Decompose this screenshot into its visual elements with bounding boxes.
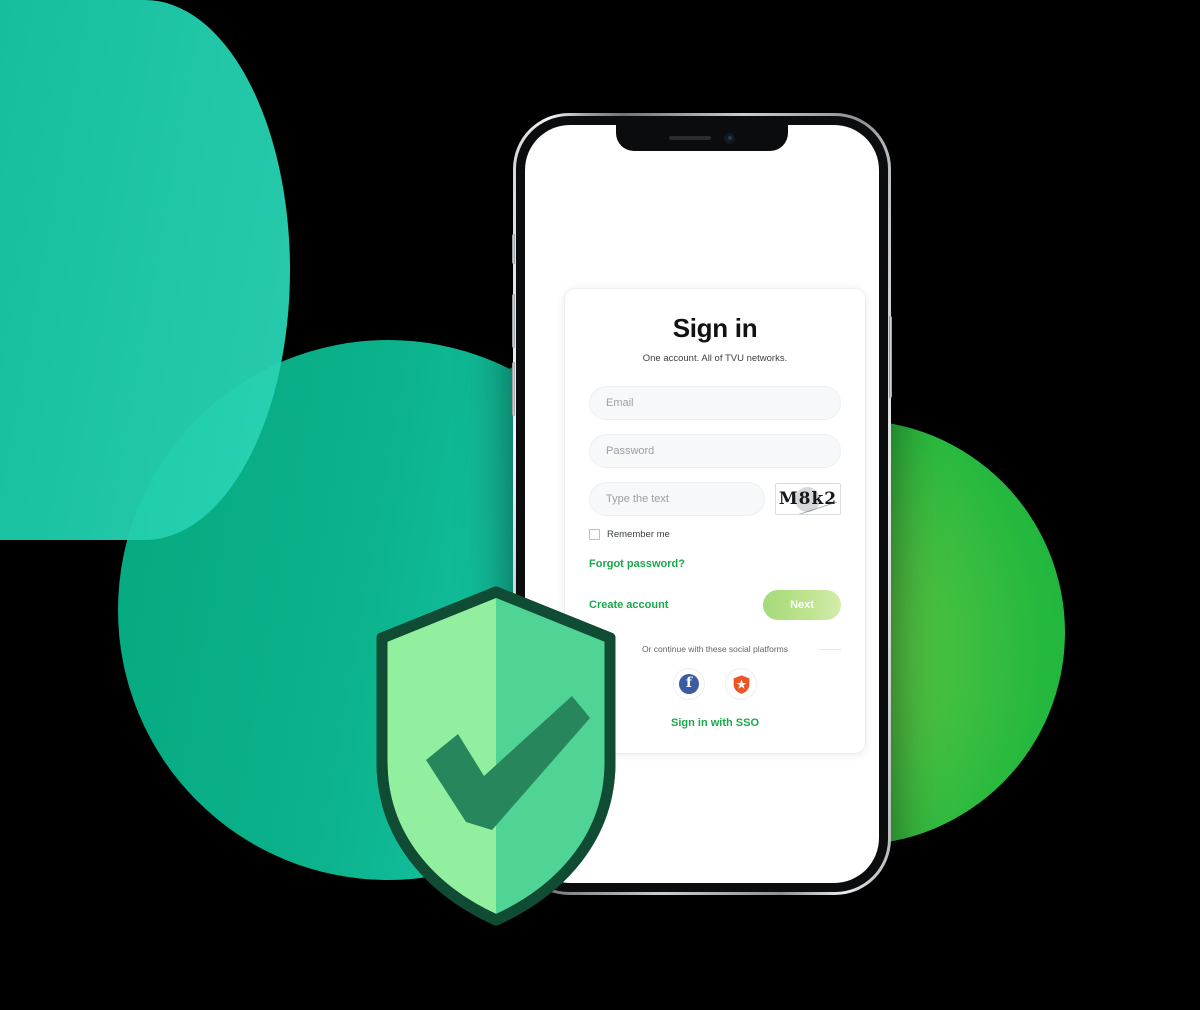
facebook-icon: f: [679, 674, 699, 694]
remember-me-checkbox[interactable]: [589, 529, 600, 540]
social-divider: Or continue with these social platforms: [589, 644, 841, 654]
volume-up-button[interactable]: [512, 294, 515, 348]
remember-me-row[interactable]: Remember me: [589, 529, 841, 540]
page-title: Sign in: [672, 313, 758, 343]
remember-me-label: Remember me: [607, 529, 670, 540]
sso-signin-link[interactable]: Sign in with SSO: [671, 717, 759, 729]
silent-switch-button[interactable]: [512, 234, 515, 264]
security-shield-illustration: [376, 586, 616, 926]
forgot-password-link[interactable]: Forgot password?: [589, 558, 685, 570]
facebook-signin-button[interactable]: f: [673, 668, 705, 700]
password-field[interactable]: Password: [589, 434, 841, 468]
front-camera-icon: [724, 132, 735, 144]
screenshot-root: Sign in One account. All of TVU networks…: [0, 0, 1200, 1010]
email-field[interactable]: Email: [589, 386, 841, 420]
background-circle-teal-overlap: [0, 0, 290, 540]
captcha-input[interactable]: Type the text: [589, 482, 765, 516]
page-subtitle: One account. All of TVU networks.: [642, 353, 788, 364]
captcha-text: M8k2: [778, 489, 838, 509]
next-button[interactable]: Next: [763, 590, 841, 620]
sso-link-row: Sign in with SSO: [589, 713, 841, 731]
captcha-row: Type the text M8k2: [589, 482, 841, 516]
divider-rule-right: [819, 648, 841, 650]
social-buttons: f: [589, 668, 841, 700]
power-button[interactable]: [889, 316, 892, 398]
auth0-icon: [733, 674, 749, 694]
captcha-image[interactable]: M8k2: [775, 483, 841, 515]
auth0-signin-button[interactable]: [725, 668, 757, 700]
volume-down-button[interactable]: [512, 362, 515, 416]
action-row: Create account Next: [589, 590, 841, 620]
phone-notch: [616, 125, 788, 151]
social-divider-label: Or continue with these social platforms: [642, 644, 788, 654]
speaker-grille-icon: [669, 136, 711, 140]
